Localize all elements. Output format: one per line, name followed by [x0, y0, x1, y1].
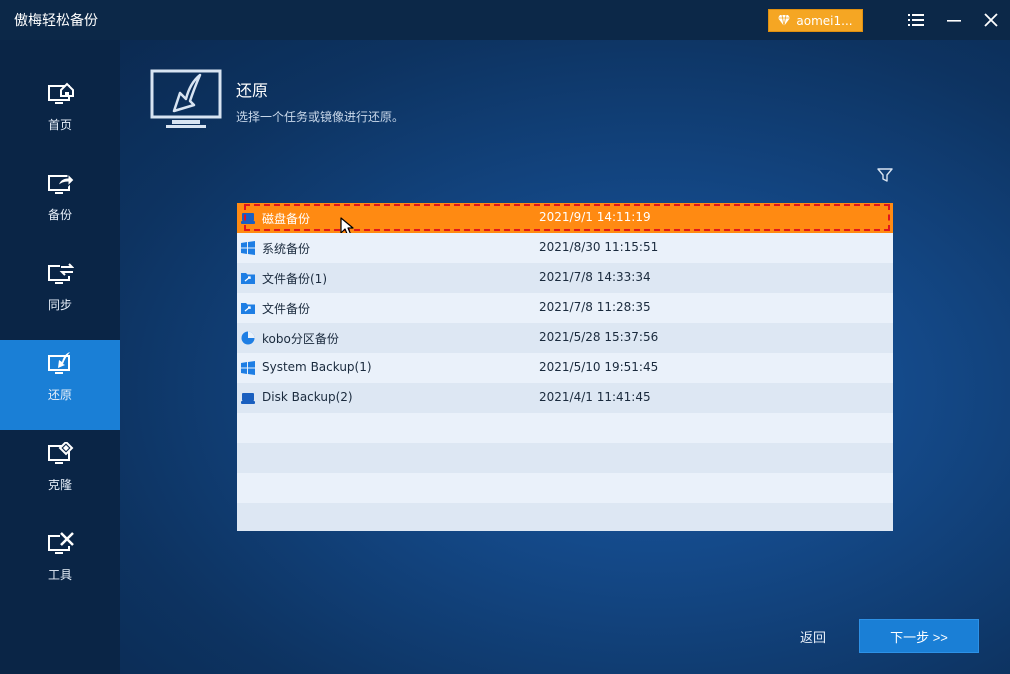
folder-icon — [241, 273, 255, 284]
task-list: 磁盘备份 2021/9/1 14:11:19 系统备份 2021/8/30 11… — [237, 203, 893, 531]
task-name: Disk Backup(2) — [262, 390, 353, 404]
disk-icon — [241, 213, 255, 224]
sync-monitor-icon — [48, 262, 74, 284]
sidebar: 首页 备份 同步 还原 克隆 工具 — [0, 40, 120, 674]
task-name: 文件备份 — [262, 302, 311, 316]
sidebar-item-tools[interactable]: 工具 — [0, 520, 120, 610]
sidebar-item-backup[interactable]: 备份 — [0, 160, 120, 250]
task-name: 文件备份(1) — [262, 272, 327, 286]
title-bar: 傲梅轻松备份 aomei1... — [0, 0, 1010, 40]
empty-row — [237, 503, 893, 531]
close-button[interactable] — [981, 10, 1001, 30]
account-button[interactable]: aomei1... — [768, 9, 863, 32]
task-time: 2021/5/10 19:51:45 — [539, 360, 659, 374]
table-row[interactable]: System Backup(1) 2021/5/10 19:51:45 — [237, 353, 893, 383]
page-subtitle: 选择一个任务或镜像进行还原。 — [236, 110, 405, 124]
sidebar-item-label: 同步 — [47, 298, 72, 312]
empty-row — [237, 413, 893, 443]
menu-button[interactable] — [906, 10, 926, 30]
table-row[interactable]: 文件备份 2021/7/8 11:28:35 — [237, 293, 893, 323]
empty-row — [237, 443, 893, 473]
table-row[interactable]: 系统备份 2021/8/30 11:15:51 — [237, 233, 893, 263]
menu-icon — [908, 14, 924, 26]
task-time: 2021/7/8 11:28:35 — [539, 300, 651, 314]
table-row[interactable]: kobo分区备份 2021/5/28 15:37:56 — [237, 323, 893, 353]
back-button[interactable]: 返回 — [800, 627, 826, 646]
task-time: 2021/4/1 11:41:45 — [539, 390, 651, 404]
next-button[interactable]: 下一步 >> — [859, 619, 979, 653]
task-time: 2021/7/8 14:33:34 — [539, 270, 651, 284]
task-time: 2021/5/28 15:37:56 — [539, 330, 659, 344]
folder-icon — [241, 303, 255, 314]
disk-icon — [241, 393, 255, 404]
sidebar-item-label: 首页 — [47, 118, 72, 132]
sidebar-item-label: 克隆 — [47, 478, 72, 492]
close-icon — [984, 13, 998, 27]
tools-monitor-icon — [48, 532, 74, 554]
diamond-icon — [778, 15, 791, 26]
task-name: kobo分区备份 — [262, 332, 339, 346]
table-row[interactable]: Disk Backup(2) 2021/4/1 11:41:45 — [237, 383, 893, 413]
sidebar-item-label: 还原 — [47, 388, 72, 402]
main-panel: 还原 选择一个任务或镜像进行还原。 磁盘备份 2021/9/1 14:11:19… — [120, 40, 1010, 674]
table-row[interactable]: 磁盘备份 2021/9/1 14:11:19 — [237, 203, 893, 237]
empty-row — [237, 473, 893, 503]
filter-icon[interactable] — [877, 167, 893, 183]
sidebar-item-label: 备份 — [47, 208, 72, 222]
restore-hero-icon — [150, 69, 222, 128]
partition-icon — [241, 331, 255, 345]
task-time: 2021/8/30 11:15:51 — [539, 240, 659, 254]
sidebar-item-label: 工具 — [47, 568, 72, 582]
home-monitor-icon — [48, 82, 74, 104]
task-name: System Backup(1) — [262, 360, 372, 374]
task-time: 2021/9/1 14:11:19 — [539, 210, 651, 224]
task-name: 磁盘备份 — [262, 212, 311, 226]
restore-monitor-icon — [48, 352, 70, 374]
windows-icon — [241, 361, 255, 375]
minimize-button[interactable] — [944, 10, 964, 30]
backup-monitor-icon — [48, 172, 74, 194]
sidebar-item-restore[interactable]: 还原 — [0, 340, 120, 430]
clone-monitor-icon — [48, 442, 74, 464]
table-row[interactable]: 文件备份(1) 2021/7/8 14:33:34 — [237, 263, 893, 293]
sidebar-item-clone[interactable]: 克隆 — [0, 430, 120, 520]
account-label: aomei1... — [796, 13, 853, 28]
sidebar-item-sync[interactable]: 同步 — [0, 250, 120, 340]
minimize-icon — [947, 20, 961, 22]
sidebar-item-home[interactable]: 首页 — [0, 70, 120, 160]
app-title: 傲梅轻松备份 — [14, 13, 98, 29]
task-name: 系统备份 — [262, 242, 311, 256]
windows-icon — [241, 241, 255, 255]
page-title: 还原 — [236, 81, 269, 100]
